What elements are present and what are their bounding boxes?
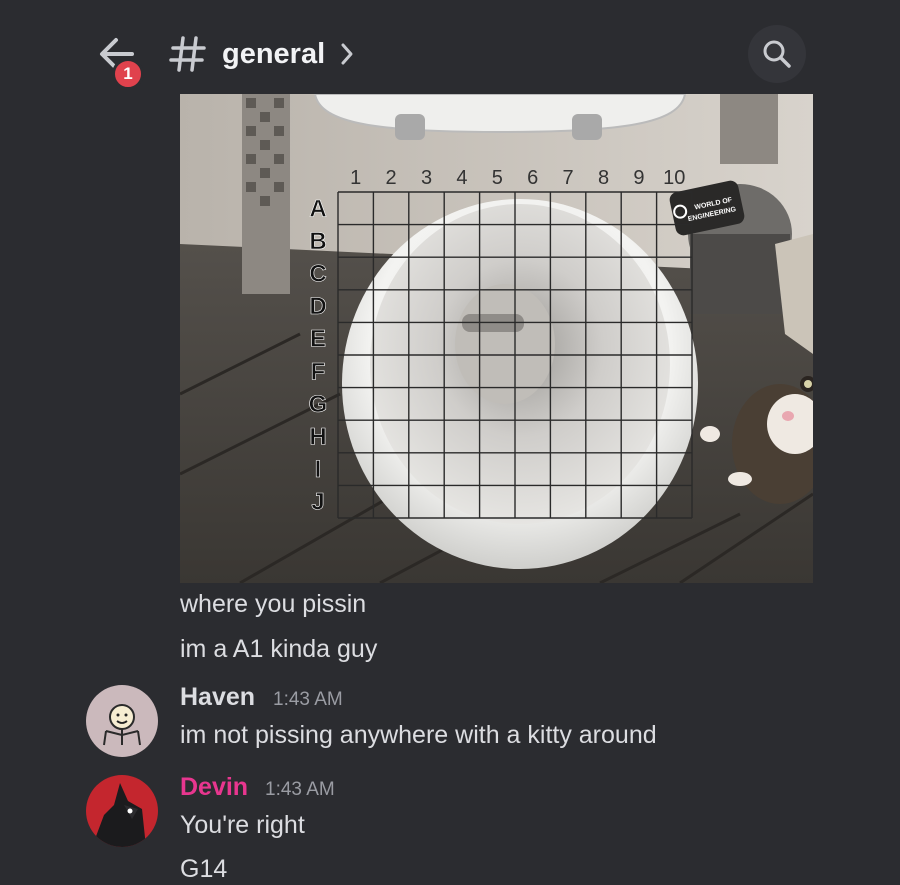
search-button[interactable]	[748, 25, 806, 83]
grid-row-label: D	[309, 293, 326, 320]
search-icon	[763, 40, 791, 68]
grid-row-label: B	[309, 228, 326, 255]
grid-col-label: 4	[456, 167, 467, 189]
grid-col-label: 7	[563, 167, 574, 189]
grid-row-label: H	[309, 424, 326, 451]
stick-figure-avatar-icon	[103, 704, 141, 746]
grid-col-label: 9	[633, 167, 644, 189]
grid-row-label: J	[311, 489, 324, 516]
grid-col-label: 6	[527, 167, 538, 189]
grid-row-label: G	[309, 391, 328, 418]
avatar-devin[interactable]	[86, 775, 158, 847]
message-timestamp: 1:43 AM	[265, 779, 335, 800]
message-text: im not pissing anywhere with a kitty aro…	[180, 721, 657, 749]
grid-row-label: E	[310, 326, 326, 353]
image-attachment[interactable]: 1 2 3 4 5 6 7 8 9 10 ABCDEFGHIJ WORLD OF ENGINEER…	[180, 94, 813, 583]
grid-col-label: 8	[598, 167, 609, 189]
chevron-right-icon[interactable]	[340, 42, 354, 66]
channel-name[interactable]: general	[222, 34, 325, 74]
grid-row-label: C	[309, 261, 326, 288]
grid-row-label: F	[311, 358, 326, 385]
grid-col-label: 3	[421, 167, 432, 189]
username-devin[interactable]: Devin	[180, 771, 248, 803]
username-haven[interactable]: Haven	[180, 681, 255, 713]
channel-header: 1 general	[0, 0, 900, 92]
grid-row-label: A	[309, 195, 326, 222]
grid-col-label: 5	[492, 167, 503, 189]
message-text: where you pissin	[180, 590, 367, 618]
avatar-haven[interactable]	[86, 685, 158, 757]
message-text: G14	[180, 855, 228, 883]
dark-creature-avatar-icon	[92, 783, 146, 847]
grid-row-label: I	[315, 456, 322, 483]
toilet-grid-image: 1 2 3 4 5 6 7 8 9 10 ABCDEFGHIJ WORLD OF ENGINEER…	[180, 94, 813, 583]
message-timestamp: 1:43 AM	[273, 689, 343, 710]
hash-icon	[168, 34, 208, 74]
grid-col-label: 1	[350, 167, 361, 189]
message-text: You're right	[180, 811, 305, 839]
message-text: im a A1 kinda guy	[180, 635, 378, 663]
grid-col-label: 2	[386, 167, 397, 189]
grid-col-label: 10	[663, 167, 685, 189]
unread-badge: 1	[112, 58, 144, 90]
